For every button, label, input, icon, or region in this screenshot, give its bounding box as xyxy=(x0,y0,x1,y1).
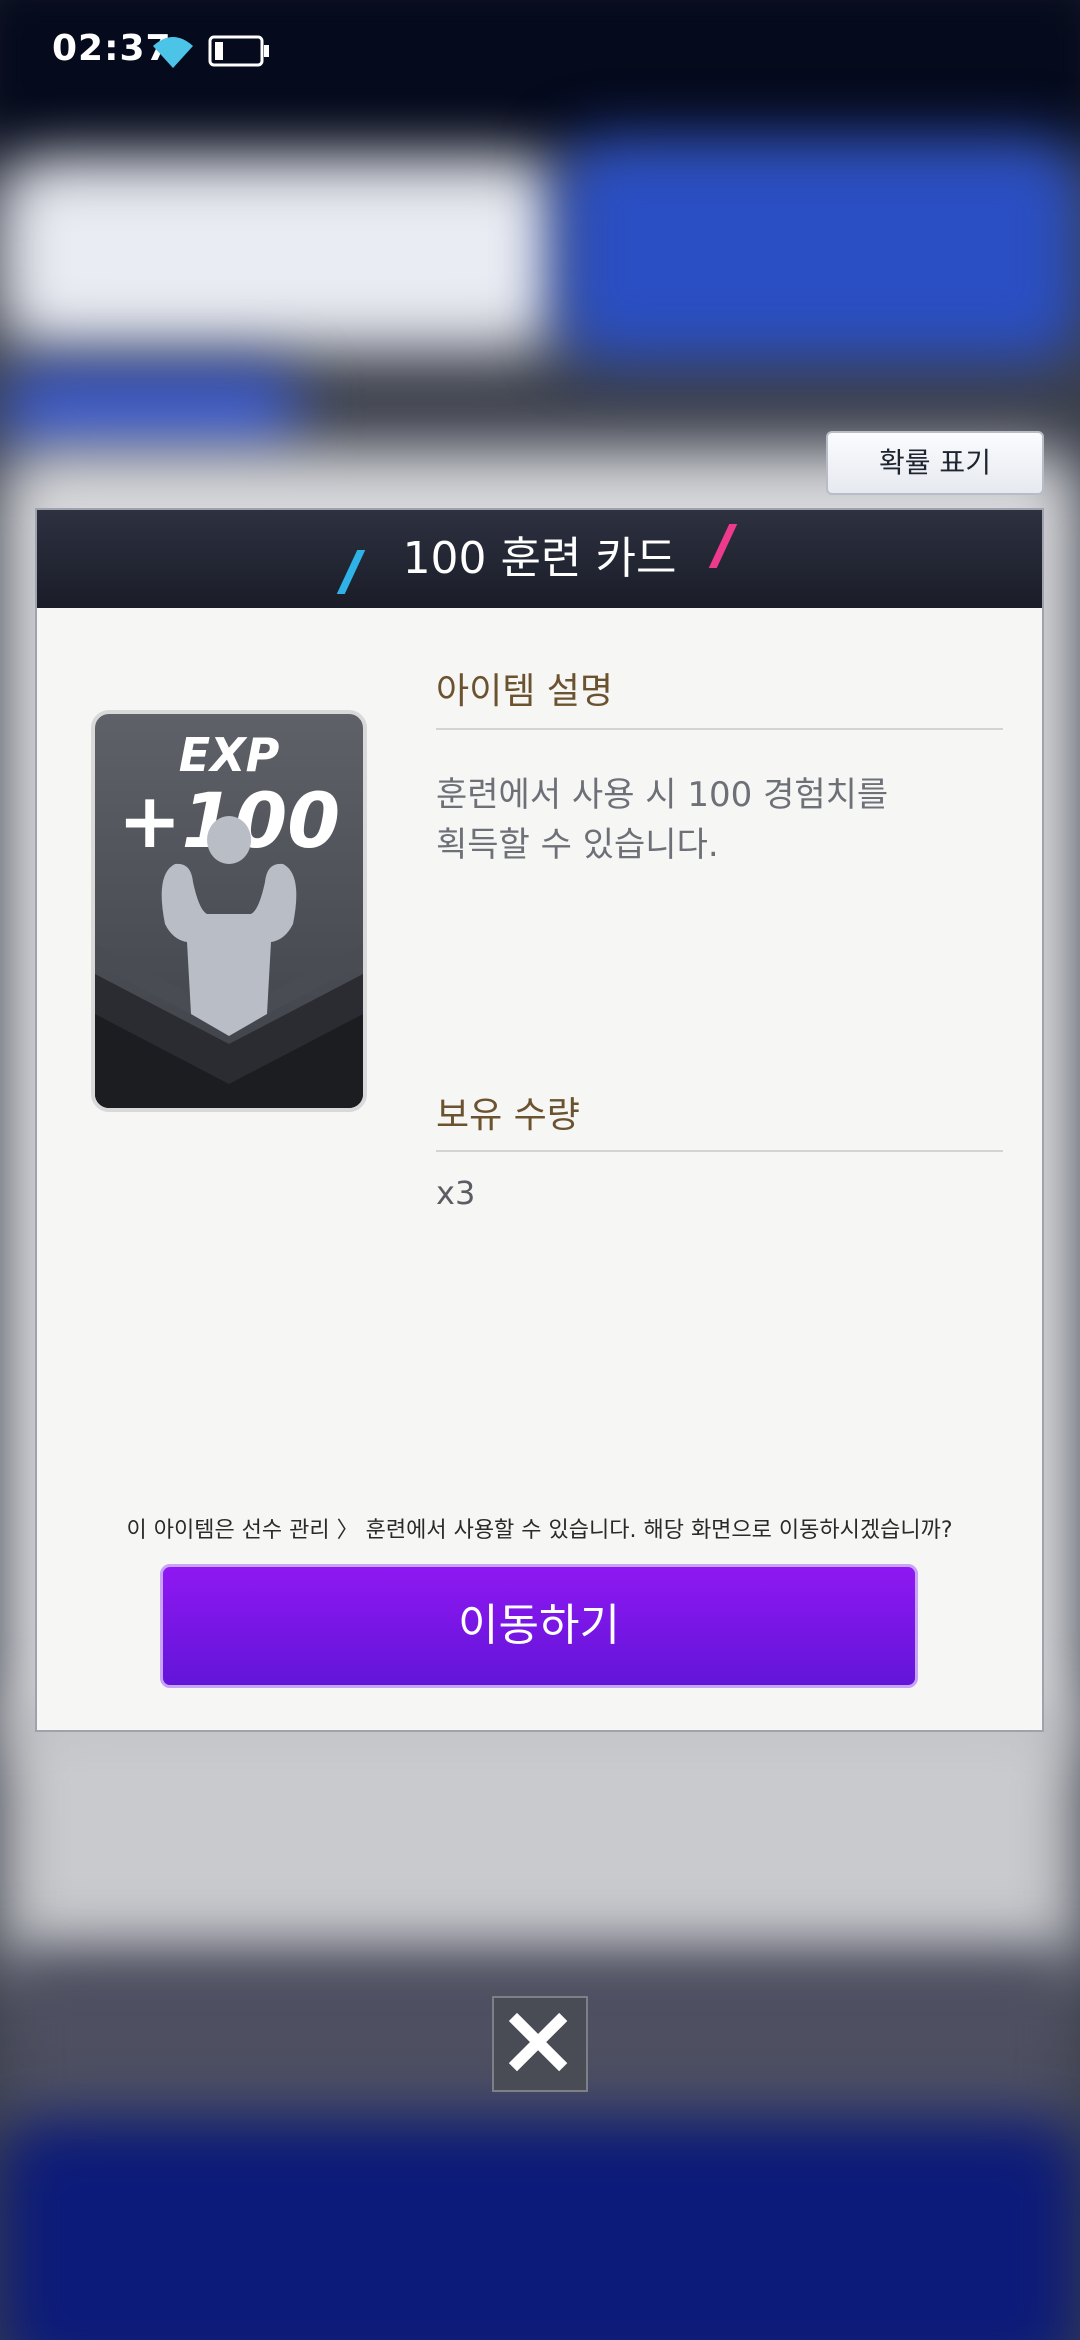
close-button[interactable] xyxy=(492,1996,588,2092)
item-dialog: 100 훈련 카드 EXP +100 아이템 설명 훈련에서 사용 시 100 … xyxy=(37,510,1042,1730)
probability-display-button[interactable]: 확률 표기 xyxy=(826,431,1044,495)
wifi-icon xyxy=(153,37,193,68)
training-card-image: EXP +100 xyxy=(91,710,367,1112)
close-icon xyxy=(508,2012,568,2072)
status-bar: 02:37 xyxy=(0,0,1080,104)
navigation-note: 이 아이템은 선수 관리 〉 훈련에서 사용할 수 있습니다. 해당 화면으로 … xyxy=(126,1518,953,1543)
battery-icon xyxy=(208,35,269,67)
quantity-value: x3 xyxy=(436,1174,476,1212)
move-button[interactable]: 이동하기 xyxy=(160,1564,918,1688)
quantity-divider xyxy=(436,1150,1003,1152)
quantity-label: 보유 수량 xyxy=(436,1095,580,1136)
description-divider xyxy=(436,728,1003,730)
description-text: 훈련에서 사용 시 100 경험치를 획득할 수 있습니다. xyxy=(436,775,889,865)
dialog-header: 100 훈련 카드 xyxy=(37,510,1042,608)
dialog-title: 100 훈련 카드 xyxy=(402,533,677,584)
description-label: 아이템 설명 xyxy=(436,671,614,712)
muscle-figure-icon xyxy=(95,816,363,1108)
